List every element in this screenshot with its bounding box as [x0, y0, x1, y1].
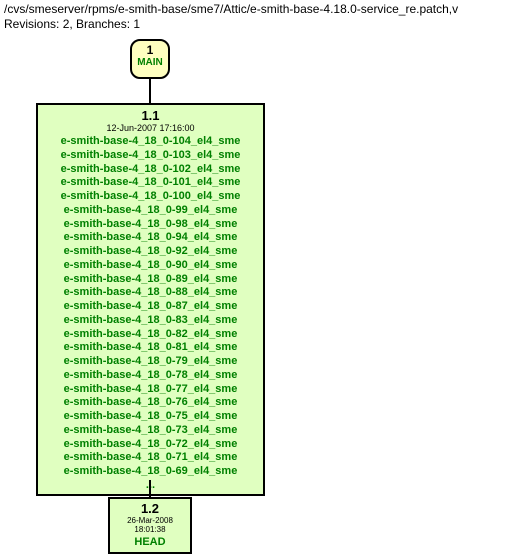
revisions-summary: Revisions: 2, Branches: 1	[4, 17, 508, 31]
tag-item: e-smith-base-4_18_0-76_el4_sme	[46, 396, 255, 410]
tag-item: e-smith-base-4_18_0-100_el4_sme	[46, 190, 255, 204]
tag-item: e-smith-base-4_18_0-90_el4_sme	[46, 259, 255, 273]
tag-item: e-smith-base-4_18_0-89_el4_sme	[46, 273, 255, 287]
branch-label: MAIN	[132, 57, 168, 68]
revision-date: 26-Mar-2008 18:01:38	[114, 516, 186, 534]
tag-item: e-smith-base-4_18_0-99_el4_sme	[46, 204, 255, 218]
tag-item: e-smith-base-4_18_0-83_el4_sme	[46, 314, 255, 328]
tag-item: e-smith-base-4_18_0-92_el4_sme	[46, 245, 255, 259]
revision-date: 12-Jun-2007 17:16:00	[46, 123, 255, 133]
revision-number: 1.1	[46, 108, 255, 123]
revision-graph: 1 MAIN 1.1 12-Jun-2007 17:16:00 e-smith-…	[0, 33, 512, 541]
revision-node-1-1[interactable]: 1.1 12-Jun-2007 17:16:00 e-smith-base-4_…	[36, 103, 265, 496]
tag-item: e-smith-base-4_18_0-79_el4_sme	[46, 355, 255, 369]
tag-item: e-smith-base-4_18_0-87_el4_sme	[46, 300, 255, 314]
tag-item: e-smith-base-4_18_0-78_el4_sme	[46, 369, 255, 383]
tag-item: e-smith-base-4_18_0-103_el4_sme	[46, 149, 255, 163]
revision-node-1-2[interactable]: 1.2 26-Mar-2008 18:01:38 HEAD	[108, 497, 192, 554]
header: /cvs/smeserver/rpms/e-smith-base/sme7/At…	[0, 0, 512, 33]
tag-item: e-smith-base-4_18_0-71_el4_sme	[46, 451, 255, 465]
branch-node-main[interactable]: 1 MAIN	[130, 39, 170, 79]
tag-item: e-smith-base-4_18_0-82_el4_sme	[46, 328, 255, 342]
revision-number: 1.2	[114, 501, 186, 516]
tag-list: e-smith-base-4_18_0-104_el4_smee-smith-b…	[46, 135, 255, 479]
tag-item: e-smith-base-4_18_0-88_el4_sme	[46, 286, 255, 300]
tag-item: e-smith-base-4_18_0-73_el4_sme	[46, 424, 255, 438]
branch-number: 1	[132, 43, 168, 57]
tag-item: e-smith-base-4_18_0-72_el4_sme	[46, 438, 255, 452]
tag-item: e-smith-base-4_18_0-102_el4_sme	[46, 163, 255, 177]
tag-item: e-smith-base-4_18_0-94_el4_sme	[46, 231, 255, 245]
tag-item: e-smith-base-4_18_0-98_el4_sme	[46, 218, 255, 232]
tag-item: e-smith-base-4_18_0-81_el4_sme	[46, 341, 255, 355]
file-path: /cvs/smeserver/rpms/e-smith-base/sme7/At…	[4, 2, 508, 16]
tag-item: e-smith-base-4_18_0-69_el4_sme	[46, 465, 255, 479]
connector-line	[149, 79, 151, 103]
tag-item: e-smith-base-4_18_0-77_el4_sme	[46, 383, 255, 397]
tag-item: e-smith-base-4_18_0-104_el4_sme	[46, 135, 255, 149]
tag-item: e-smith-base-4_18_0-75_el4_sme	[46, 410, 255, 424]
connector-line	[149, 480, 151, 497]
tag-item: e-smith-base-4_18_0-101_el4_sme	[46, 176, 255, 190]
